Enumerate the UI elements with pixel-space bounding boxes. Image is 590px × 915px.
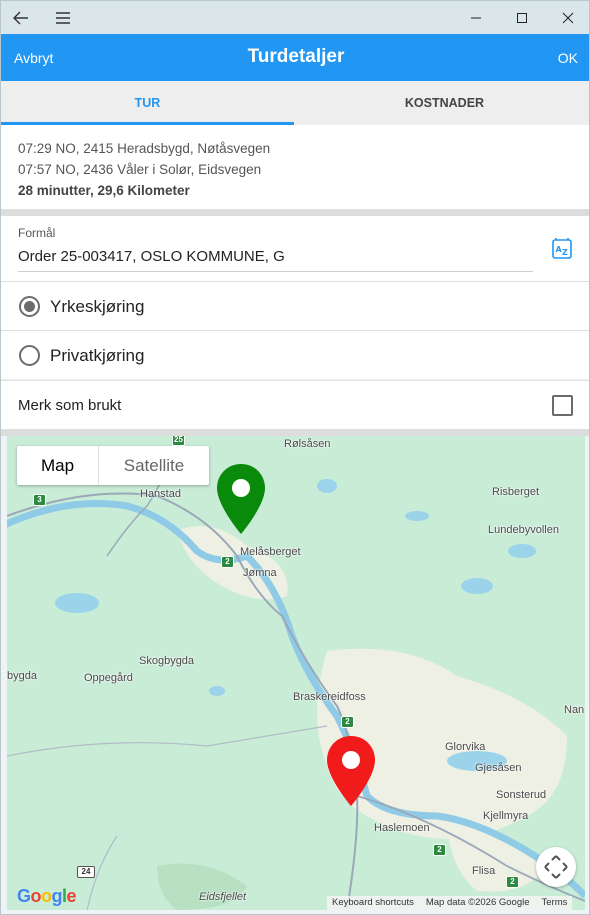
road-shield: 25 (172, 436, 185, 446)
road-shield: 2 (341, 716, 354, 728)
route-map[interactable]: Map Satellite Rølsåsen Hanstad Risberget… (7, 436, 585, 910)
road-shield: 2 (433, 844, 446, 856)
mark-used-row[interactable]: Merk som brukt (1, 380, 589, 429)
map-label: Skogbygda (139, 655, 195, 667)
keyboard-shortcuts-link[interactable]: Keyboard shortcuts (332, 897, 414, 909)
start-location-pin-icon[interactable] (215, 462, 267, 536)
map-attribution: Keyboard shortcuts Map data ©2026 Google… (327, 896, 573, 910)
map-label: Nan (564, 704, 585, 716)
map-label: Rølsåsen (284, 438, 331, 450)
map-label: Risberget (492, 486, 540, 498)
trip-start: 07:29 NO, 2415 Heradsbygd, Nøtåsvegen (18, 141, 271, 156)
map-label: Hanstad (140, 488, 181, 500)
section-divider (1, 209, 589, 216)
option-business[interactable]: Yrkeskjøring (1, 281, 589, 330)
section-divider (1, 429, 589, 436)
trip-info: 07:29 NO, 2415 Heradsbygd, Nøtåsvegen 07… (1, 125, 589, 209)
map-type-satellite-button[interactable]: Satellite (99, 446, 209, 485)
app-window: Avbryt Turdetaljer OK TUR KOSTNADER 07:2… (0, 0, 590, 915)
google-logo: Google (17, 886, 77, 906)
business-radio[interactable] (19, 296, 40, 317)
title-bar (1, 1, 589, 34)
tab-bar: TUR KOSTNADER (1, 81, 589, 125)
map-data-text: Map data ©2026 Google (425, 897, 530, 908)
map-label: Sonsterud (496, 789, 547, 801)
svg-text:Z: Z (562, 248, 568, 257)
business-label: Yrkeskjøring (50, 297, 145, 316)
map-label: Kjellmyra (483, 810, 529, 822)
map-label: Flisa (472, 865, 496, 877)
map-recenter-icon[interactable] (536, 847, 576, 887)
map-type-map-button[interactable]: Map (17, 446, 99, 485)
ok-button[interactable]: OK (558, 50, 578, 66)
page-title: Turdetaljer (247, 46, 345, 67)
trip-summary: 28 minutter, 29,6 Kilometer (18, 183, 190, 198)
map-label: Gjesåsen (475, 762, 522, 774)
close-icon[interactable] (545, 1, 589, 34)
back-icon[interactable] (1, 1, 41, 34)
purpose-label: Formål (18, 226, 56, 240)
sort-az-icon[interactable]: A Z (552, 237, 572, 259)
road-shield: 3 (33, 494, 46, 506)
private-label: Privatkjøring (50, 346, 145, 365)
road-shield: 24 (77, 866, 95, 878)
mark-used-checkbox[interactable] (552, 395, 573, 416)
map-label: Braskereidfoss (293, 691, 366, 703)
end-location-pin-icon[interactable] (325, 734, 377, 808)
mark-used-label: Merk som brukt (18, 397, 122, 414)
map-label: Melåsberget (240, 546, 301, 558)
map-label: Glorvika (445, 741, 486, 753)
map-label: Haslemoen (374, 822, 430, 834)
map-label: Lundebyvollen (488, 524, 559, 536)
map-type-control: Map Satellite (17, 446, 209, 485)
tab-kostnader[interactable]: KOSTNADER (298, 81, 589, 125)
tab-tur[interactable]: TUR (1, 81, 294, 125)
hamburger-menu-icon[interactable] (45, 1, 81, 34)
option-private[interactable]: Privatkjøring (1, 330, 589, 379)
map-label: Eidsfjellet (199, 891, 247, 903)
purpose-section: Formål Order 25-003417, OSLO KOMMUNE, G … (1, 216, 589, 281)
purpose-input[interactable]: Order 25-003417, OSLO KOMMUNE, G (18, 248, 533, 272)
map-label: Oppegård (84, 672, 133, 684)
road-shield: 2 (506, 876, 519, 888)
road-shield: 2 (221, 556, 234, 568)
private-radio[interactable] (19, 345, 40, 366)
app-bar: Avbryt Turdetaljer OK (1, 34, 589, 81)
maximize-icon[interactable] (499, 1, 545, 34)
map-label: bygda (7, 670, 37, 682)
trip-end: 07:57 NO, 2436 Våler i Solør, Eidsvegen (18, 162, 262, 177)
map-label: Jømna (243, 567, 277, 579)
minimize-icon[interactable] (453, 1, 499, 34)
terms-link[interactable]: Terms (542, 897, 568, 909)
